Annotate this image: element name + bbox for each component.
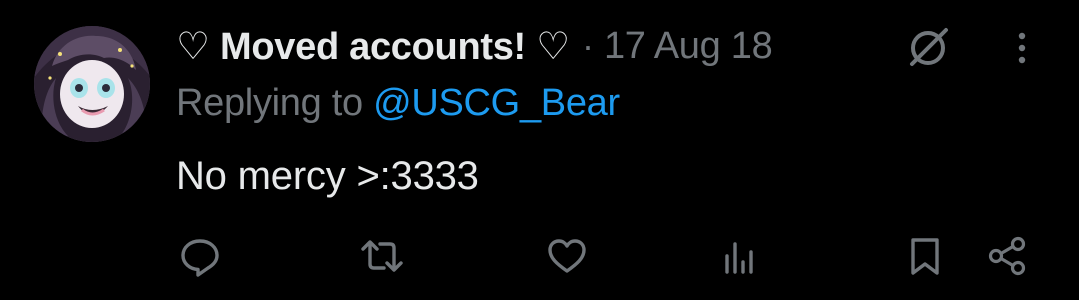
retweet-icon[interactable] bbox=[360, 234, 404, 278]
replying-prefix: Replying to bbox=[176, 82, 374, 124]
avatar-image bbox=[34, 26, 150, 142]
replying-handle-link[interactable]: @USCG_Bear bbox=[373, 82, 620, 124]
separator-dot: · bbox=[581, 25, 594, 66]
timestamp[interactable]: 17 Aug 18 bbox=[604, 25, 773, 68]
grok-icon[interactable] bbox=[904, 24, 952, 72]
tweet-header: ♡ Moved accounts! ♡ · 17 Aug 18 bbox=[176, 22, 773, 70]
display-name[interactable]: ♡ Moved accounts! ♡ bbox=[176, 24, 570, 69]
tweet[interactable]: ♡ Moved accounts! ♡ · 17 Aug 18 Replying… bbox=[0, 0, 1079, 300]
like-icon[interactable] bbox=[545, 234, 589, 278]
avatar[interactable] bbox=[34, 26, 150, 142]
replying-to: Replying to @USCG_Bear bbox=[176, 82, 620, 125]
more-options-icon[interactable] bbox=[1006, 26, 1038, 70]
tweet-text: No mercy >:3333 bbox=[176, 154, 479, 198]
bookmark-icon[interactable] bbox=[903, 234, 947, 278]
reply-icon[interactable] bbox=[178, 234, 222, 278]
views-icon[interactable] bbox=[719, 234, 763, 278]
share-icon[interactable] bbox=[985, 234, 1029, 278]
